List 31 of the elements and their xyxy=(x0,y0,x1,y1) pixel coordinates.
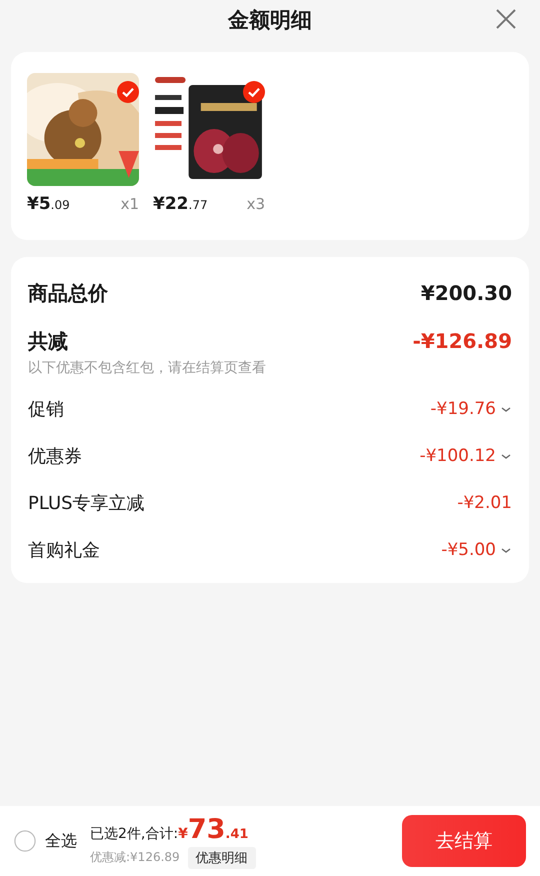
chevron-icon[interactable] xyxy=(500,546,512,554)
discount-label: 促销 xyxy=(28,398,64,420)
total-value: ¥200.30 xyxy=(420,281,512,305)
discount-value: -¥19.76 xyxy=(430,398,496,418)
select-all-label: 全选 xyxy=(45,830,77,852)
discount-label: 优惠券 xyxy=(28,444,82,468)
chevron-icon[interactable] xyxy=(500,404,512,412)
selected-summary: 已选2件,合计: xyxy=(90,824,178,842)
discount-value: -¥2.01 xyxy=(457,492,512,512)
discount-value: -¥5.00 xyxy=(441,540,496,560)
close-icon[interactable] xyxy=(494,7,518,31)
discount-label: PLUS专享立减 xyxy=(28,492,145,514)
discount-summary: 优惠减:¥126.89 xyxy=(90,849,180,866)
discount-label: 首购礼金 xyxy=(28,538,100,562)
note-text: 以下优惠不包含红包，请在结算页查看 xyxy=(28,359,267,377)
discount-detail-button[interactable]: 优惠明细 xyxy=(188,846,256,868)
sheet-title: 金额明细 xyxy=(228,7,312,34)
reduction-label: 共减 xyxy=(28,328,68,354)
total-label: 商品总价 xyxy=(28,280,108,306)
discount-value: -¥100.12 xyxy=(420,446,496,466)
checkbox[interactable] xyxy=(243,81,265,103)
reduction-value: -¥126.89 xyxy=(412,329,512,353)
quantity-label: x3 xyxy=(246,195,265,213)
chevron-icon[interactable] xyxy=(500,452,512,460)
checkbox[interactable] xyxy=(117,81,139,103)
product-price: ¥5.09 xyxy=(27,194,70,214)
quantity-label: x1 xyxy=(120,195,139,213)
select-all-checkbox[interactable] xyxy=(14,830,36,852)
total-amount: ¥73.41 xyxy=(178,814,248,844)
product-price: ¥22.77 xyxy=(153,194,208,214)
checkout-button[interactable]: 去结算 xyxy=(402,815,526,867)
